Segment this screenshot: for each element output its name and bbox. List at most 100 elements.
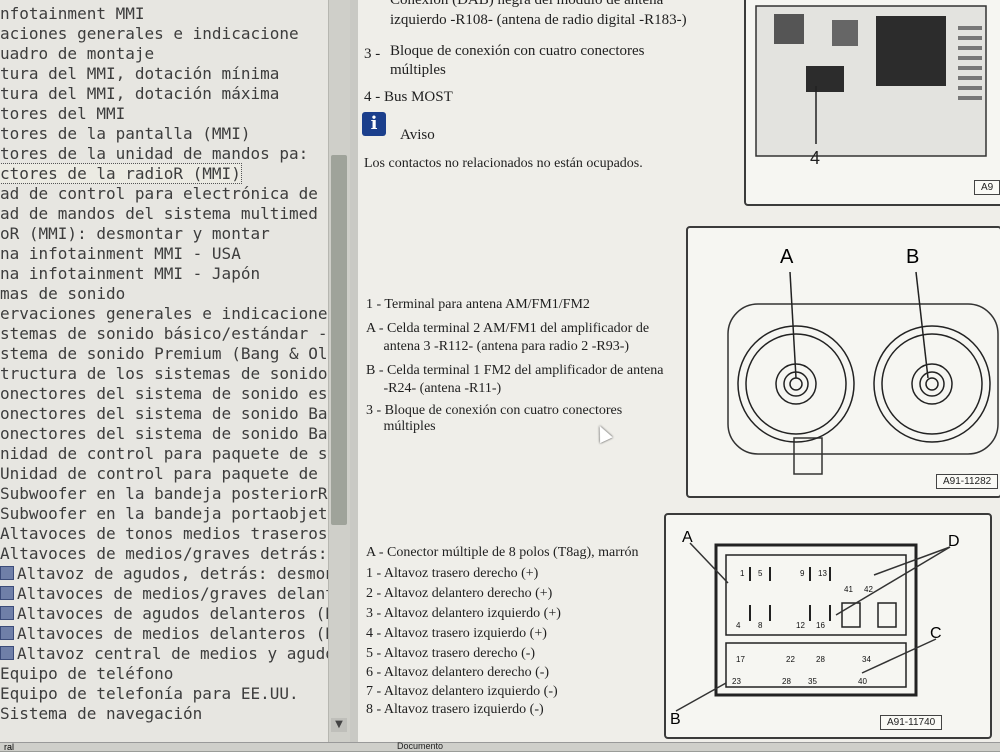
pin-number: 13 <box>818 569 827 578</box>
topic-tree[interactable]: nfotainment MMI aciones generales e indic… <box>0 0 340 742</box>
pin-number: 16 <box>816 621 825 630</box>
tree-scroll-thumb[interactable] <box>331 155 347 525</box>
legend-line: 6 - Altavoz delantero derecho (-) <box>366 665 550 680</box>
tree-item[interactable]: Unidad de control para paquete de so: <box>0 464 340 483</box>
callout-letter: B <box>670 711 681 728</box>
tree-item-label: onectores del sistema de sonido Banc <box>0 404 340 423</box>
tree-item[interactable]: ervaciones generales e indicacione <box>0 304 328 323</box>
legend-line: 8 - Altavoz trasero izquierdo (-) <box>366 702 544 717</box>
tree-item-label: tores de la pantalla (MMI) <box>0 124 251 143</box>
figure-id-label: A91-11740 <box>880 715 943 730</box>
tree-item[interactable]: oR (MMI): desmontar y montar <box>0 224 270 243</box>
tree-item[interactable]: nfotainment MMI <box>0 4 145 23</box>
tab-documento[interactable]: Documento <box>397 742 443 751</box>
tree-item-label: Unidad de control para paquete de so: <box>0 464 340 483</box>
doc-text-line: izquierdo -R108- (antena de radio digita… <box>390 12 687 28</box>
doc-text-line: múltiples <box>390 62 446 78</box>
tree-item[interactable]: Altavoces de medios delanteros (B+O) <box>0 624 340 643</box>
tree-item[interactable]: tura del MMI, dotación mínima <box>0 64 279 83</box>
legend-line: A - Conector múltiple de 8 polos (T8ag),… <box>366 545 639 560</box>
tree-item-label: na infotainment MMI - USA <box>0 244 241 263</box>
tree-item-label: Altavoces de medios/graves delante: c <box>17 584 340 603</box>
tree-item[interactable]: tura del MMI, dotación máxima <box>0 84 279 103</box>
tree-item[interactable]: Sistema de navegación <box>0 704 202 723</box>
pin-number: 23 <box>732 677 741 686</box>
tree-item-label: tructura de los sistemas de sonido <box>0 364 328 383</box>
tree-item[interactable]: onectores del sistema de sonido Banc <box>0 404 340 423</box>
tree-item[interactable]: Subwoofer en la bandeja portaobjetos: <box>0 504 340 523</box>
legend-line: antena 3 -R112- (antena para radio 2 -R9… <box>366 339 630 354</box>
tree-item[interactable]: mas de sonido <box>0 284 125 303</box>
callout-number: 4 <box>810 148 821 168</box>
tree-item[interactable]: Equipo de teléfono <box>0 664 173 683</box>
tree-item[interactable]: ctores de la radioR (MMI) <box>0 163 242 184</box>
tree-item-label: Altavoces de tonos medios traseros: c <box>0 524 340 543</box>
tree-item[interactable]: Altavoces de tonos medios traseros: c <box>0 524 340 543</box>
tree-item-label: nfotainment MMI <box>0 4 145 23</box>
aviso-text: Los contactos no relacionados no están o… <box>364 156 643 171</box>
pin-number: 40 <box>858 677 867 686</box>
tree-item[interactable]: onectores del sistema de sonido est <box>0 384 337 403</box>
tree-item-label: onectores del sistema de sonido est <box>0 384 338 403</box>
tree-item[interactable]: Subwoofer en la bandeja posteriorR15 <box>0 484 340 503</box>
callout-letter: D <box>948 533 960 550</box>
tree-item[interactable]: aciones generales e indicacione <box>0 24 299 43</box>
tree-item[interactable]: na infotainment MMI - Japón <box>0 264 260 283</box>
scroll-down-arrow-icon[interactable]: ▼ <box>331 718 347 732</box>
legend-line: 1 - Altavoz trasero derecho (+) <box>366 566 539 581</box>
document-icon <box>0 606 14 620</box>
tree-item-label: mas de sonido <box>0 284 126 303</box>
tree-item-label: Altavoces de agudos delanteros (B+O) <box>17 604 340 623</box>
tree-item[interactable]: tores del MMI <box>0 104 125 123</box>
tree-item[interactable]: uadro de montaje <box>0 44 154 63</box>
pin-number: 28 <box>816 655 825 664</box>
tree-item-label: ctores de la radioR (MMI) <box>0 163 242 184</box>
tree-item[interactable]: onectores del sistema de sonido Banc <box>0 424 340 443</box>
tree-item[interactable]: tores de la unidad de mandos pa: <box>0 144 308 163</box>
antenna-sockets-drawing <box>727 271 999 475</box>
tree-item[interactable]: stemas de sonido básico/estándar - <box>0 324 328 343</box>
tree-item[interactable]: Altavoz de agudos, detrás: desmontar <box>0 564 340 583</box>
pin-number: 17 <box>736 655 745 664</box>
document-pane: Conexión (DAB) negra del módulo de anten… <box>358 0 1000 742</box>
tree-item[interactable]: Altavoces de medios/graves delante: c <box>0 584 340 603</box>
tree-item-label: Subwoofer en la bandeja portaobjetos: <box>0 504 340 523</box>
tree-item-label: Altavoz central de medios y agudosR1 <box>17 644 340 663</box>
tree-item[interactable]: Altavoz central de medios y agudosR1 <box>0 644 340 663</box>
pin-number: 28 <box>782 677 791 686</box>
tree-item-label: ad de mandos del sistema multimed <box>0 204 318 223</box>
tree-item[interactable]: ad de control para electrónica de <box>0 184 318 203</box>
tree-item[interactable]: ad de mandos del sistema multimed <box>0 204 318 223</box>
tree-scrollbar[interactable]: ▼ <box>328 0 351 742</box>
tree-item-label: Equipo de teléfono <box>0 664 174 683</box>
legend-line: -R24- (antena -R11-) <box>366 381 502 396</box>
legend-line: 2 - Altavoz delantero derecho (+) <box>366 586 553 601</box>
pin-number: 1 <box>740 569 745 578</box>
callout-letter: B <box>906 246 920 268</box>
doc-text-line: Conexión (DAB) negra del módulo de anten… <box>390 0 664 8</box>
item-number: 3 - <box>364 46 381 62</box>
tree-item-label: tura del MMI, dotación mínima <box>0 64 280 83</box>
figure-radio-rear: 4 A9 <box>744 0 1000 206</box>
doc-text-line: 4 - Bus MOST <box>364 89 453 105</box>
tree-item[interactable]: nidad de control para paquete de so: <box>0 444 340 463</box>
document-icon <box>0 566 14 580</box>
tree-item[interactable]: Altavoces de agudos delanteros (B+O) <box>0 604 340 623</box>
tree-item-label: Subwoofer en la bandeja posteriorR15 <box>0 484 340 503</box>
tree-item[interactable]: Altavoces de medios/graves detrás: de <box>0 544 340 563</box>
tree-item-label: onectores del sistema de sonido Banc <box>0 424 340 443</box>
tree-item[interactable]: tructura de los sistemas de sonido <box>0 364 328 383</box>
tree-item[interactable]: na infotainment MMI - USA <box>0 244 241 263</box>
figure-connector: A D C B A91-11740 1 5 9 13 4 8 12 16 17 22 28 34 23 2… <box>664 513 992 739</box>
tree-item-label: nidad de control para paquete de so: <box>0 444 340 463</box>
legend-line: 5 - Altavoz trasero derecho (-) <box>366 646 536 661</box>
tree-item-label: oR (MMI): desmontar y montar <box>0 224 270 243</box>
tree-item[interactable]: Equipo de telefonía para EE.UU. <box>0 684 299 703</box>
tree-item-label: Altavoces de medios delanteros (B+O) <box>17 624 340 643</box>
tree-item-label: stema de sonido Premium (Bang & Olu <box>0 344 338 363</box>
tree-item-label: uadro de montaje <box>0 44 155 63</box>
pin-number: 34 <box>862 655 871 664</box>
document-icon <box>0 626 14 640</box>
tree-item[interactable]: stema de sonido Premium (Bang & Olu <box>0 344 337 363</box>
tree-item[interactable]: tores de la pantalla (MMI) <box>0 124 250 143</box>
